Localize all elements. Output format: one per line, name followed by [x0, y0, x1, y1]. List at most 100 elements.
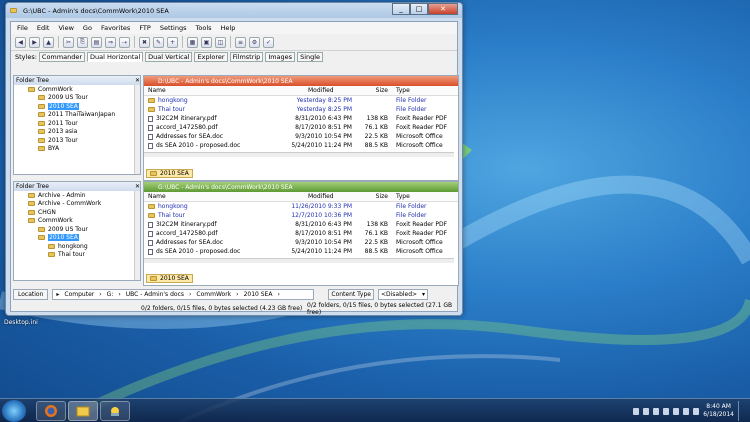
column-type[interactable]: Type	[392, 193, 452, 200]
volume-icon[interactable]	[663, 407, 670, 415]
close-button[interactable]: ✕	[428, 3, 458, 15]
scrollbar[interactable]	[144, 258, 454, 263]
crumb-computer[interactable]: Computer	[64, 291, 94, 298]
menu-favorites[interactable]: Favorites	[101, 24, 130, 32]
tree-item[interactable]: hongkong	[14, 242, 140, 251]
column-modified[interactable]: Modified	[272, 87, 356, 94]
tree-item[interactable]: Thai tour	[14, 251, 140, 260]
column-modified[interactable]: Modified	[272, 193, 356, 200]
new-folder-icon[interactable]: +	[167, 36, 178, 48]
column-size[interactable]: Size	[356, 87, 392, 94]
menu-view[interactable]: View	[58, 24, 73, 32]
tree-item[interactable]: 2009 US Tour	[14, 94, 140, 103]
scrollbar[interactable]	[144, 152, 454, 157]
flag-icon[interactable]	[673, 407, 680, 415]
power-icon[interactable]	[683, 407, 690, 415]
location-label[interactable]: Location	[13, 288, 49, 300]
clock[interactable]: 8:40 AM 6/18/2014	[703, 403, 734, 419]
style-tab-explorer[interactable]: Explorer	[194, 52, 228, 62]
pane-path-bottom[interactable]: G:\UBC - Admin's docs\CommWork\2010 SEA	[144, 182, 458, 192]
battery-icon[interactable]	[693, 407, 700, 415]
tree-item[interactable]: CommWork	[14, 85, 140, 94]
file-row[interactable]: ds SEA 2010 - proposed.doc 5/24/2010 11:2…	[144, 141, 458, 150]
menu-help[interactable]: Help	[221, 24, 236, 32]
tree-item[interactable]: 2010 SEA	[14, 234, 140, 243]
tree-item[interactable]: 2013 asia	[14, 128, 140, 137]
preview-pane-icon[interactable]: ▣	[201, 36, 212, 48]
scrollbar[interactable]	[134, 191, 140, 280]
file-row[interactable]: accord_1472580.pdf 8/17/2010 8:51 PM 76.1 …	[144, 123, 458, 132]
options-icon[interactable]: ⚙	[249, 36, 260, 48]
crumb-commwork[interactable]: CommWork	[196, 291, 231, 298]
style-tab-single[interactable]: Single	[297, 52, 324, 62]
column-type[interactable]: Type	[392, 87, 452, 94]
file-row[interactable]: ds SEA 2010 - proposed.doc 5/24/2010 11:2…	[144, 247, 458, 256]
file-row[interactable]: 3I2C2M itinerary.pdf 8/31/2010 6:43 PM 138…	[144, 220, 458, 229]
tree-item[interactable]: 2010 SEA	[14, 102, 140, 111]
style-tab-images[interactable]: Images	[265, 52, 296, 62]
tree-item[interactable]: 2009 US Tour	[14, 225, 140, 234]
tree-item[interactable]: Archive - Admin	[14, 191, 140, 200]
copy-icon[interactable]: ⎘	[77, 36, 88, 48]
tree-item[interactable]: 2011 Tour	[14, 119, 140, 128]
start-button[interactable]	[2, 400, 26, 422]
tree-item[interactable]: BYA	[14, 145, 140, 154]
tree-item[interactable]: CHGN	[14, 208, 140, 217]
forward-icon[interactable]: ▶	[29, 36, 40, 48]
file-row[interactable]: 3I2C2M itinerary.pdf 8/31/2010 6:43 PM 138…	[144, 114, 458, 123]
minimize-button[interactable]: _	[392, 3, 410, 15]
desktop-icon-label[interactable]: Desktop.ini	[4, 319, 38, 326]
firefox-icon[interactable]	[36, 401, 66, 421]
content-type-select[interactable]: <Disabled> ▾	[377, 288, 428, 300]
menu-go[interactable]: Go	[83, 24, 92, 32]
file-row[interactable]: accord_1472580.pdf 8/17/2010 8:51 PM 76.1 …	[144, 229, 458, 238]
show-desktop-button[interactable]	[738, 401, 746, 421]
dual-pane-icon[interactable]: ◫	[215, 36, 226, 48]
menu-tools[interactable]: Tools	[196, 24, 212, 32]
menu-file[interactable]: File	[17, 24, 28, 32]
file-row[interactable]: Addresses for SEA.doc 9/3/2010 10:54 PM 22…	[144, 238, 458, 247]
column-name[interactable]: Name	[144, 87, 272, 94]
menu-edit[interactable]: Edit	[37, 24, 50, 32]
file-row[interactable]: hongkong Yesterday 8:25 PM File Folder	[144, 96, 458, 105]
app-sun-icon[interactable]	[100, 401, 130, 421]
notification-icon[interactable]	[633, 407, 640, 415]
folder-tab[interactable]: 2010 SEA	[146, 169, 193, 178]
style-tab-filmstrip[interactable]: Filmstrip	[229, 52, 264, 62]
file-row[interactable]: Addresses for SEA.doc 9/3/2010 10:54 PM 22…	[144, 132, 458, 141]
close-icon[interactable]: ✕	[135, 77, 140, 84]
style-tab-commander[interactable]: Commander	[38, 52, 85, 62]
tree-item[interactable]: 2013 Tour	[14, 136, 140, 145]
tools-dropdown-icon[interactable]: ✓	[263, 36, 274, 48]
paste-icon[interactable]: ▤	[91, 36, 102, 48]
network-icon[interactable]	[643, 407, 650, 415]
scrollbar[interactable]	[134, 85, 140, 174]
style-tab-dual-horizontal[interactable]: Dual Horizontal	[87, 52, 144, 62]
style-tab-dual-vertical[interactable]: Dual Vertical	[145, 52, 193, 62]
copy-to-icon[interactable]: ⇒	[105, 36, 116, 48]
up-folder-icon[interactable]: ▲	[43, 36, 54, 48]
delete-icon[interactable]: ✖	[139, 36, 150, 48]
menu-settings[interactable]: Settings	[160, 24, 187, 32]
move-to-icon[interactable]: ⇢	[119, 36, 130, 48]
rename-icon[interactable]: ✎	[153, 36, 164, 48]
column-name[interactable]: Name	[144, 193, 272, 200]
tree-item[interactable]: 2011 ThaiTaiwanJapan	[14, 111, 140, 120]
crumb-drive[interactable]: G:	[107, 291, 114, 298]
security-icon[interactable]	[653, 407, 660, 415]
crumb-2010-sea[interactable]: 2010 SEA	[244, 291, 273, 298]
file-manager-taskbar-icon[interactable]	[68, 401, 98, 421]
tree-item[interactable]: Archive - CommWork	[14, 200, 140, 209]
address-breadcrumb[interactable]: ▸ Computer › G: › UBC - Admin's docs › Comm…	[52, 288, 315, 300]
back-icon[interactable]: ◀	[15, 36, 26, 48]
crumb-docs[interactable]: UBC - Admin's docs	[126, 291, 184, 298]
column-size[interactable]: Size	[356, 193, 392, 200]
file-row[interactable]: Thai tour Yesterday 8:25 PM File Folder	[144, 105, 458, 114]
file-row[interactable]: Thai tour 12/7/2010 10:36 PM File Folder	[144, 211, 458, 220]
view-mode-icon[interactable]: ▦	[187, 36, 198, 48]
pane-path-top[interactable]: D:\UBC - Admin's docs\CommWork\2010 SEA	[144, 76, 458, 86]
file-row[interactable]: hongkong 11/26/2010 9:33 PM File Folder	[144, 202, 458, 211]
maximize-button[interactable]: □	[410, 3, 428, 15]
tree-item[interactable]: CommWork	[14, 217, 140, 226]
menu-ftp[interactable]: FTP	[139, 24, 151, 32]
